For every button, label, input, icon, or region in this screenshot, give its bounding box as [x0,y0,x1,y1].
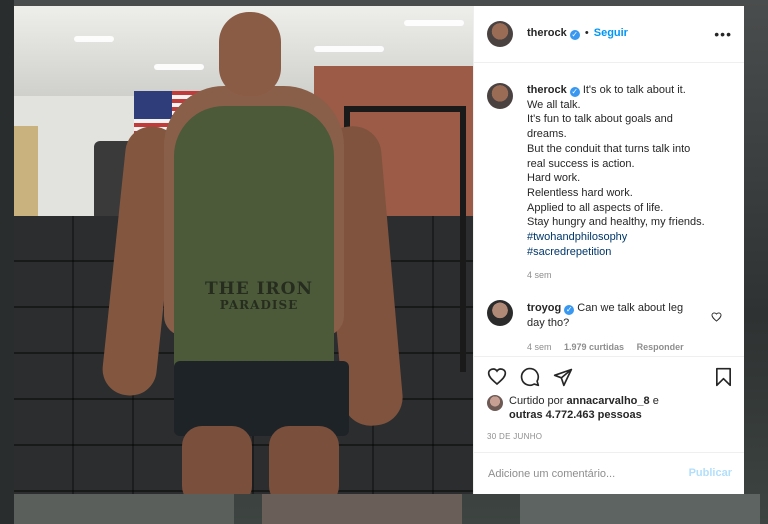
others-likes-link[interactable]: outras 4.772.463 pessoas [509,409,642,421]
hashtag-link[interactable]: #twohandphilosophy [527,230,737,245]
share-icon[interactable] [553,367,573,387]
verified-badge-icon: ✓ [564,305,575,315]
person-leg [269,426,339,494]
caption-timestamp[interactable]: 4 sem [527,270,737,280]
add-comment-bar: Publicar [474,452,744,495]
header-author-line: therock ✓ • Seguir [527,27,628,40]
background-thumbnail [262,494,462,524]
bookmark-icon[interactable] [715,367,732,387]
person-tank-top [174,106,334,396]
comment-likes[interactable]: 1.979 curtidas [564,342,624,352]
liked-by-connector: e [652,395,659,407]
heart-icon[interactable] [487,367,507,386]
door [14,126,38,216]
caption-line: Applied to all aspects of life. [527,201,664,214]
caption-line: But the conduit that turns talk into [527,142,691,155]
caption-line: dreams. [527,128,567,141]
person-leg [182,426,252,494]
background-feed-edge [0,0,14,524]
tank-top-print: THE IRON PARADISE [204,279,314,313]
reply-button[interactable]: Responder [637,342,684,352]
comments-section[interactable]: therock ✓ It's ok to talk about it. We al… [474,63,744,355]
post-date[interactable]: 30 DE JUNHO [487,432,542,441]
caption-line: It's ok to talk about it. [582,84,686,96]
comment-text: Can we talk about leg [577,302,684,314]
publish-button[interactable]: Publicar [689,467,732,479]
comment-input[interactable] [486,463,680,485]
comment-timestamp[interactable]: 4 sem [527,342,552,352]
caption-line: Hard work. [527,172,581,185]
background-thumbnail [14,494,234,524]
comment-text: day tho? [527,316,570,329]
author-username[interactable]: therock [527,27,567,39]
ceiling-light [404,20,464,26]
ceiling-light [74,36,114,42]
caption-line: real success is action. [527,157,635,170]
post-header: therock ✓ • Seguir ••• [474,6,744,63]
follow-button[interactable]: Seguir [594,27,628,39]
more-options-icon[interactable]: ••• [714,26,732,42]
liked-by-summary: Curtido por annacarvalho_8 e outras 4.77… [509,394,659,422]
caption-author[interactable]: therock [527,84,567,96]
liker-username[interactable]: annacarvalho_8 [566,395,649,407]
verified-badge-icon: ✓ [569,30,580,40]
verified-badge-icon: ✓ [569,87,580,97]
dot-separator: • [584,27,589,39]
post-side-panel: therock ✓ • Seguir ••• therock ✓ It's ok t… [473,6,744,494]
liker-avatar[interactable] [487,395,503,411]
comment-icon[interactable] [520,367,540,387]
comment-heart-icon[interactable] [711,312,722,322]
post-photo[interactable]: THE IRON PARADISE [14,6,473,494]
person-shorts [174,361,349,436]
caption-line: Relentless hard work. [527,186,633,199]
comment: troyog ✓ Can we talk about leg day tho? 4… [527,301,707,352]
person-head [219,12,281,96]
commenter-avatar[interactable] [487,300,513,326]
post-caption: therock ✓ It's ok to talk about it. We al… [527,83,737,280]
comment-meta: 4 sem 1.979 curtidas Responder [527,342,707,352]
liked-by-prefix: Curtido por [509,395,564,407]
caption-line: We all talk. [527,98,581,111]
hashtag-link[interactable]: #sacredrepetition [527,245,737,260]
caption-line: It's fun to talk about goals and [527,113,673,126]
author-avatar[interactable] [487,83,513,109]
author-avatar[interactable] [487,21,513,47]
ceiling-light [154,64,204,70]
comment-author[interactable]: troyog [527,302,561,314]
caption-line: Stay hungry and healthy, my friends. [527,216,705,229]
background-thumbnail [520,494,760,524]
ceiling-light [314,46,384,52]
